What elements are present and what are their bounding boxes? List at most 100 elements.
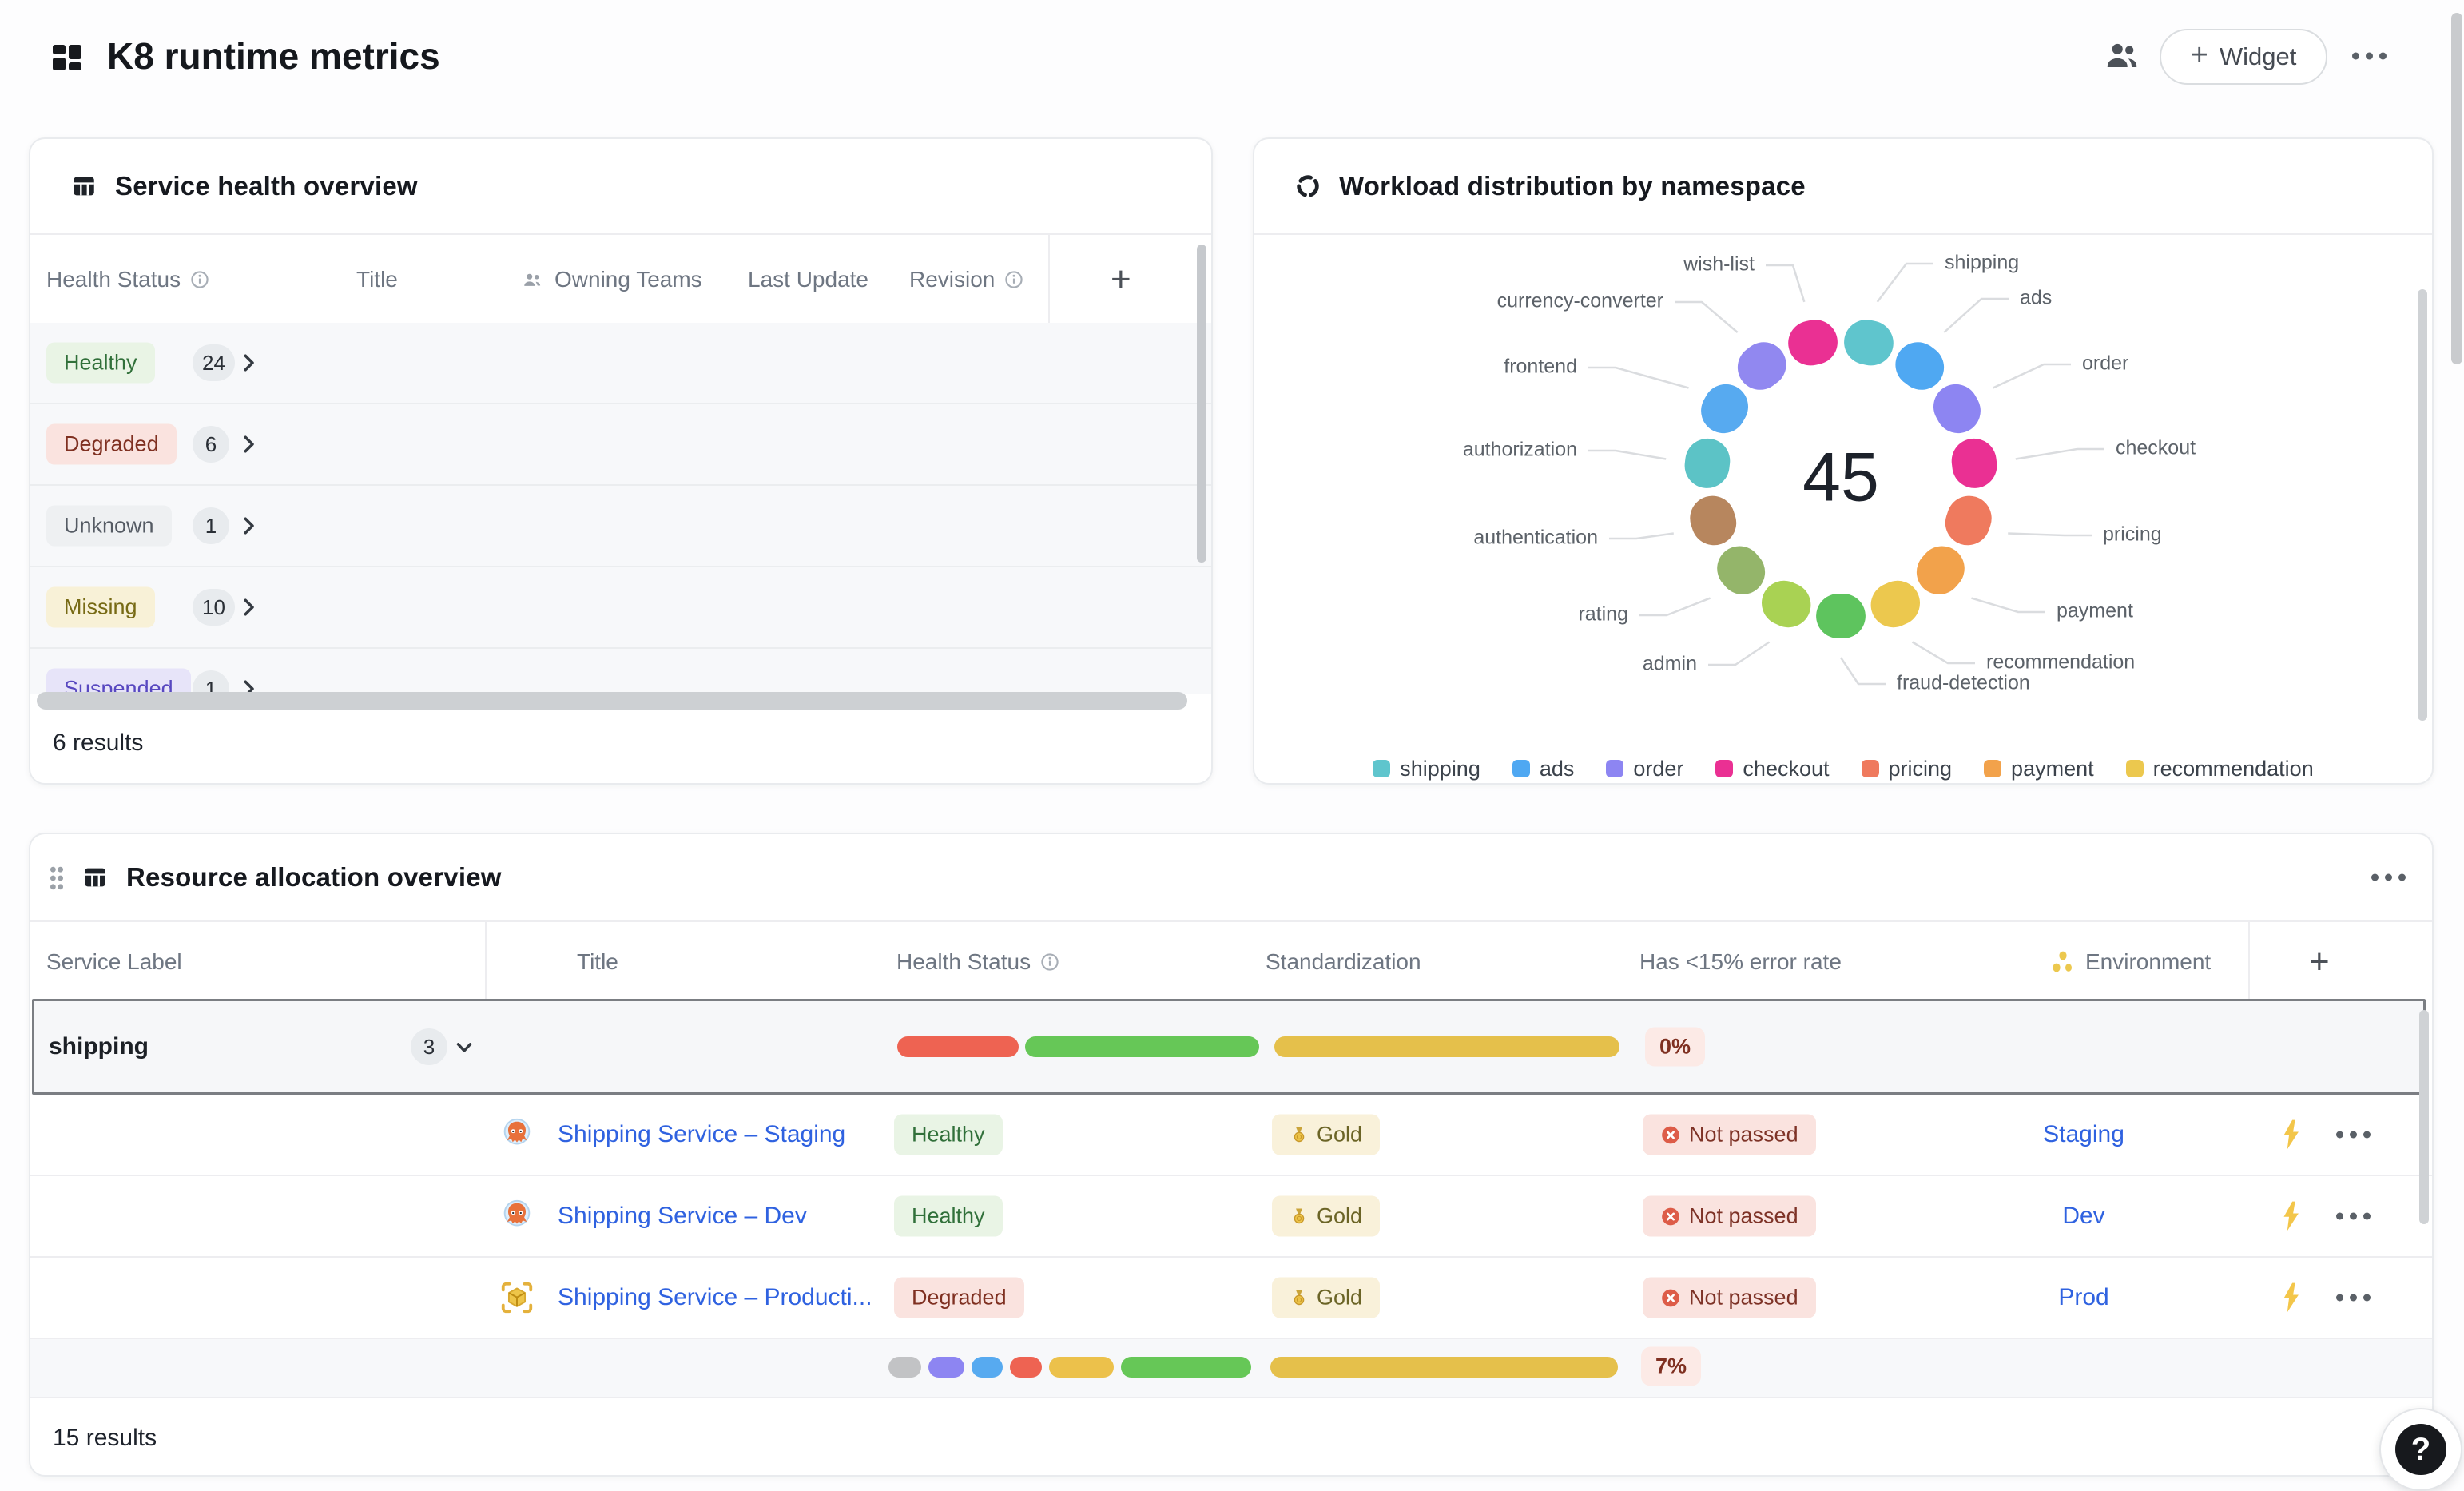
legend-label: recommendation (2153, 757, 2314, 781)
donut-leader-line (1878, 264, 1933, 302)
legend-item-shipping[interactable]: shipping (1373, 757, 1480, 781)
donut-label-recommendation: recommendation (1986, 651, 2135, 674)
health-status-badge: Healthy (894, 1115, 1003, 1155)
service-title-link[interactable]: Shipping Service – Producti... (558, 1284, 872, 1311)
legend-item-order[interactable]: order (1606, 757, 1683, 781)
donut-segment-checkout[interactable] (1974, 461, 1975, 466)
legend-label: order (1633, 757, 1683, 781)
donut-segment-admin[interactable] (1784, 603, 1788, 605)
vertical-scrollbar[interactable] (2419, 1010, 2429, 1224)
chevron-right-icon[interactable] (236, 514, 260, 538)
info-icon[interactable] (1004, 270, 1023, 289)
donut-segment-recommendation[interactable] (1894, 603, 1898, 605)
add-widget-button[interactable]: + Widget (2160, 29, 2327, 85)
question-mark-icon: ? (2395, 1424, 2446, 1475)
service-title-link[interactable]: Shipping Service – Dev (558, 1203, 807, 1230)
bolt-icon[interactable] (2277, 1282, 2304, 1314)
info-icon[interactable] (1040, 952, 1059, 972)
column-owning-teams[interactable]: Owning Teams (521, 267, 702, 292)
page-title: K8 runtime metrics (107, 34, 440, 78)
legend-item-payment[interactable]: payment (1984, 757, 2094, 781)
group-row-shipping[interactable]: shipping 3 0% (32, 999, 2426, 1095)
table-widget-icon (81, 864, 109, 891)
column-title[interactable]: Title (356, 267, 398, 292)
donut-segment-shipping[interactable] (1866, 342, 1871, 343)
page-more-menu[interactable] (2352, 53, 2387, 60)
donut-segment-ads[interactable] (1918, 364, 1922, 368)
donut-label-rating: rating (1578, 603, 1628, 626)
vertical-scrollbar[interactable] (1197, 245, 1206, 563)
info-icon[interactable] (190, 270, 209, 289)
legend-item-checkout[interactable]: checkout (1715, 757, 1829, 781)
chevron-down-icon[interactable] (452, 1035, 476, 1059)
table-row-shipping-production[interactable]: Shipping Service – Producti... Degraded … (30, 1258, 2432, 1339)
donut-segment-authentication[interactable] (1712, 519, 1714, 523)
column-service-label[interactable]: Service Label (46, 949, 182, 975)
table-row[interactable]: Missing 10 (30, 567, 1211, 649)
group-summary-row[interactable]: 7% (30, 1339, 2432, 1397)
widget-more-menu[interactable] (2371, 874, 2406, 881)
chevron-right-icon[interactable] (236, 677, 260, 694)
legend-item-ads[interactable]: ads (1512, 757, 1575, 781)
table-row-shipping-staging[interactable]: Shipping Service – Staging Healthy Gold … (30, 1095, 2432, 1176)
donut-segment-authorization[interactable] (1707, 461, 1708, 466)
donut-segment-pricing[interactable] (1968, 519, 1969, 523)
column-last-update[interactable]: Last Update (748, 267, 868, 292)
squid-service-icon (499, 1116, 535, 1153)
service-health-title: Service health overview (115, 171, 418, 201)
legend-label: payment (2011, 757, 2094, 781)
table-row[interactable]: Unknown 1 (30, 486, 1211, 567)
column-error-rate[interactable]: Has <15% error rate (1639, 949, 1842, 975)
drag-handle-icon[interactable] (48, 865, 66, 892)
legend-item-pricing[interactable]: pricing (1862, 757, 1953, 781)
chevron-right-icon[interactable] (236, 351, 260, 375)
divider (30, 1397, 2432, 1398)
vertical-scrollbar[interactable] (2418, 289, 2427, 721)
column-revision[interactable]: Revision (909, 267, 1023, 292)
chevron-right-icon[interactable] (236, 595, 260, 619)
legend-swatch (1512, 760, 1530, 777)
page-scrollbar[interactable] (2451, 13, 2462, 364)
donut-segment-rating[interactable] (1739, 569, 1743, 573)
column-health-status[interactable]: Health Status (896, 949, 1059, 975)
count-badge: 1 (193, 507, 229, 544)
horizontal-scrollbar[interactable] (37, 692, 1187, 710)
status-badge: Healthy (46, 343, 155, 384)
column-environment[interactable]: Environment (2049, 948, 2211, 976)
row-more-menu[interactable] (2336, 1213, 2371, 1220)
bar-segment (897, 1036, 1019, 1057)
table-row[interactable]: Degraded 6 (30, 404, 1211, 486)
environment-link[interactable]: Dev (2062, 1203, 2104, 1230)
column-title[interactable]: Title (577, 949, 618, 975)
donut-label-checkout: checkout (2116, 437, 2196, 459)
bolt-icon[interactable] (2277, 1200, 2304, 1232)
table-row-shipping-dev[interactable]: Shipping Service – Dev Healthy Gold Not … (30, 1176, 2432, 1258)
add-column-button[interactable]: + (2309, 944, 2330, 980)
chevron-right-icon[interactable] (236, 432, 260, 456)
bolt-icon[interactable] (2277, 1119, 2304, 1151)
legend-swatch (1862, 760, 1879, 777)
donut-segment-payment[interactable] (1939, 569, 1942, 573)
share-users-icon[interactable] (2104, 37, 2140, 74)
table-row[interactable]: Healthy 24 (30, 323, 1211, 404)
donut-segment-order[interactable] (1956, 407, 1958, 411)
donut-label-authorization: authorization (1463, 439, 1577, 461)
help-button[interactable]: ? (2379, 1408, 2462, 1491)
donut-label-currency-converter: currency-converter (1497, 290, 1663, 312)
environment-link[interactable]: Staging (2043, 1121, 2124, 1148)
add-column-button[interactable]: + (1111, 262, 1131, 297)
team-icon (521, 268, 545, 292)
row-more-menu[interactable] (2336, 1294, 2371, 1302)
donut-segment-frontend[interactable] (1723, 407, 1726, 411)
donut-segment-wish-list[interactable] (1810, 342, 1815, 343)
row-more-menu[interactable] (2336, 1131, 2371, 1139)
environment-link[interactable]: Prod (2058, 1284, 2108, 1311)
service-title-link[interactable]: Shipping Service – Staging (558, 1121, 845, 1148)
column-health-status[interactable]: Health Status (46, 267, 209, 292)
legend-item-recommendation[interactable]: recommendation (2126, 757, 2314, 781)
table-row[interactable]: Suspended 1 (30, 649, 1211, 694)
donut-segment-currency-converter[interactable] (1760, 364, 1764, 368)
column-standardization[interactable]: Standardization (1266, 949, 1421, 975)
results-count: 15 results (53, 1425, 157, 1452)
scatter-dots-icon (2049, 948, 2076, 976)
